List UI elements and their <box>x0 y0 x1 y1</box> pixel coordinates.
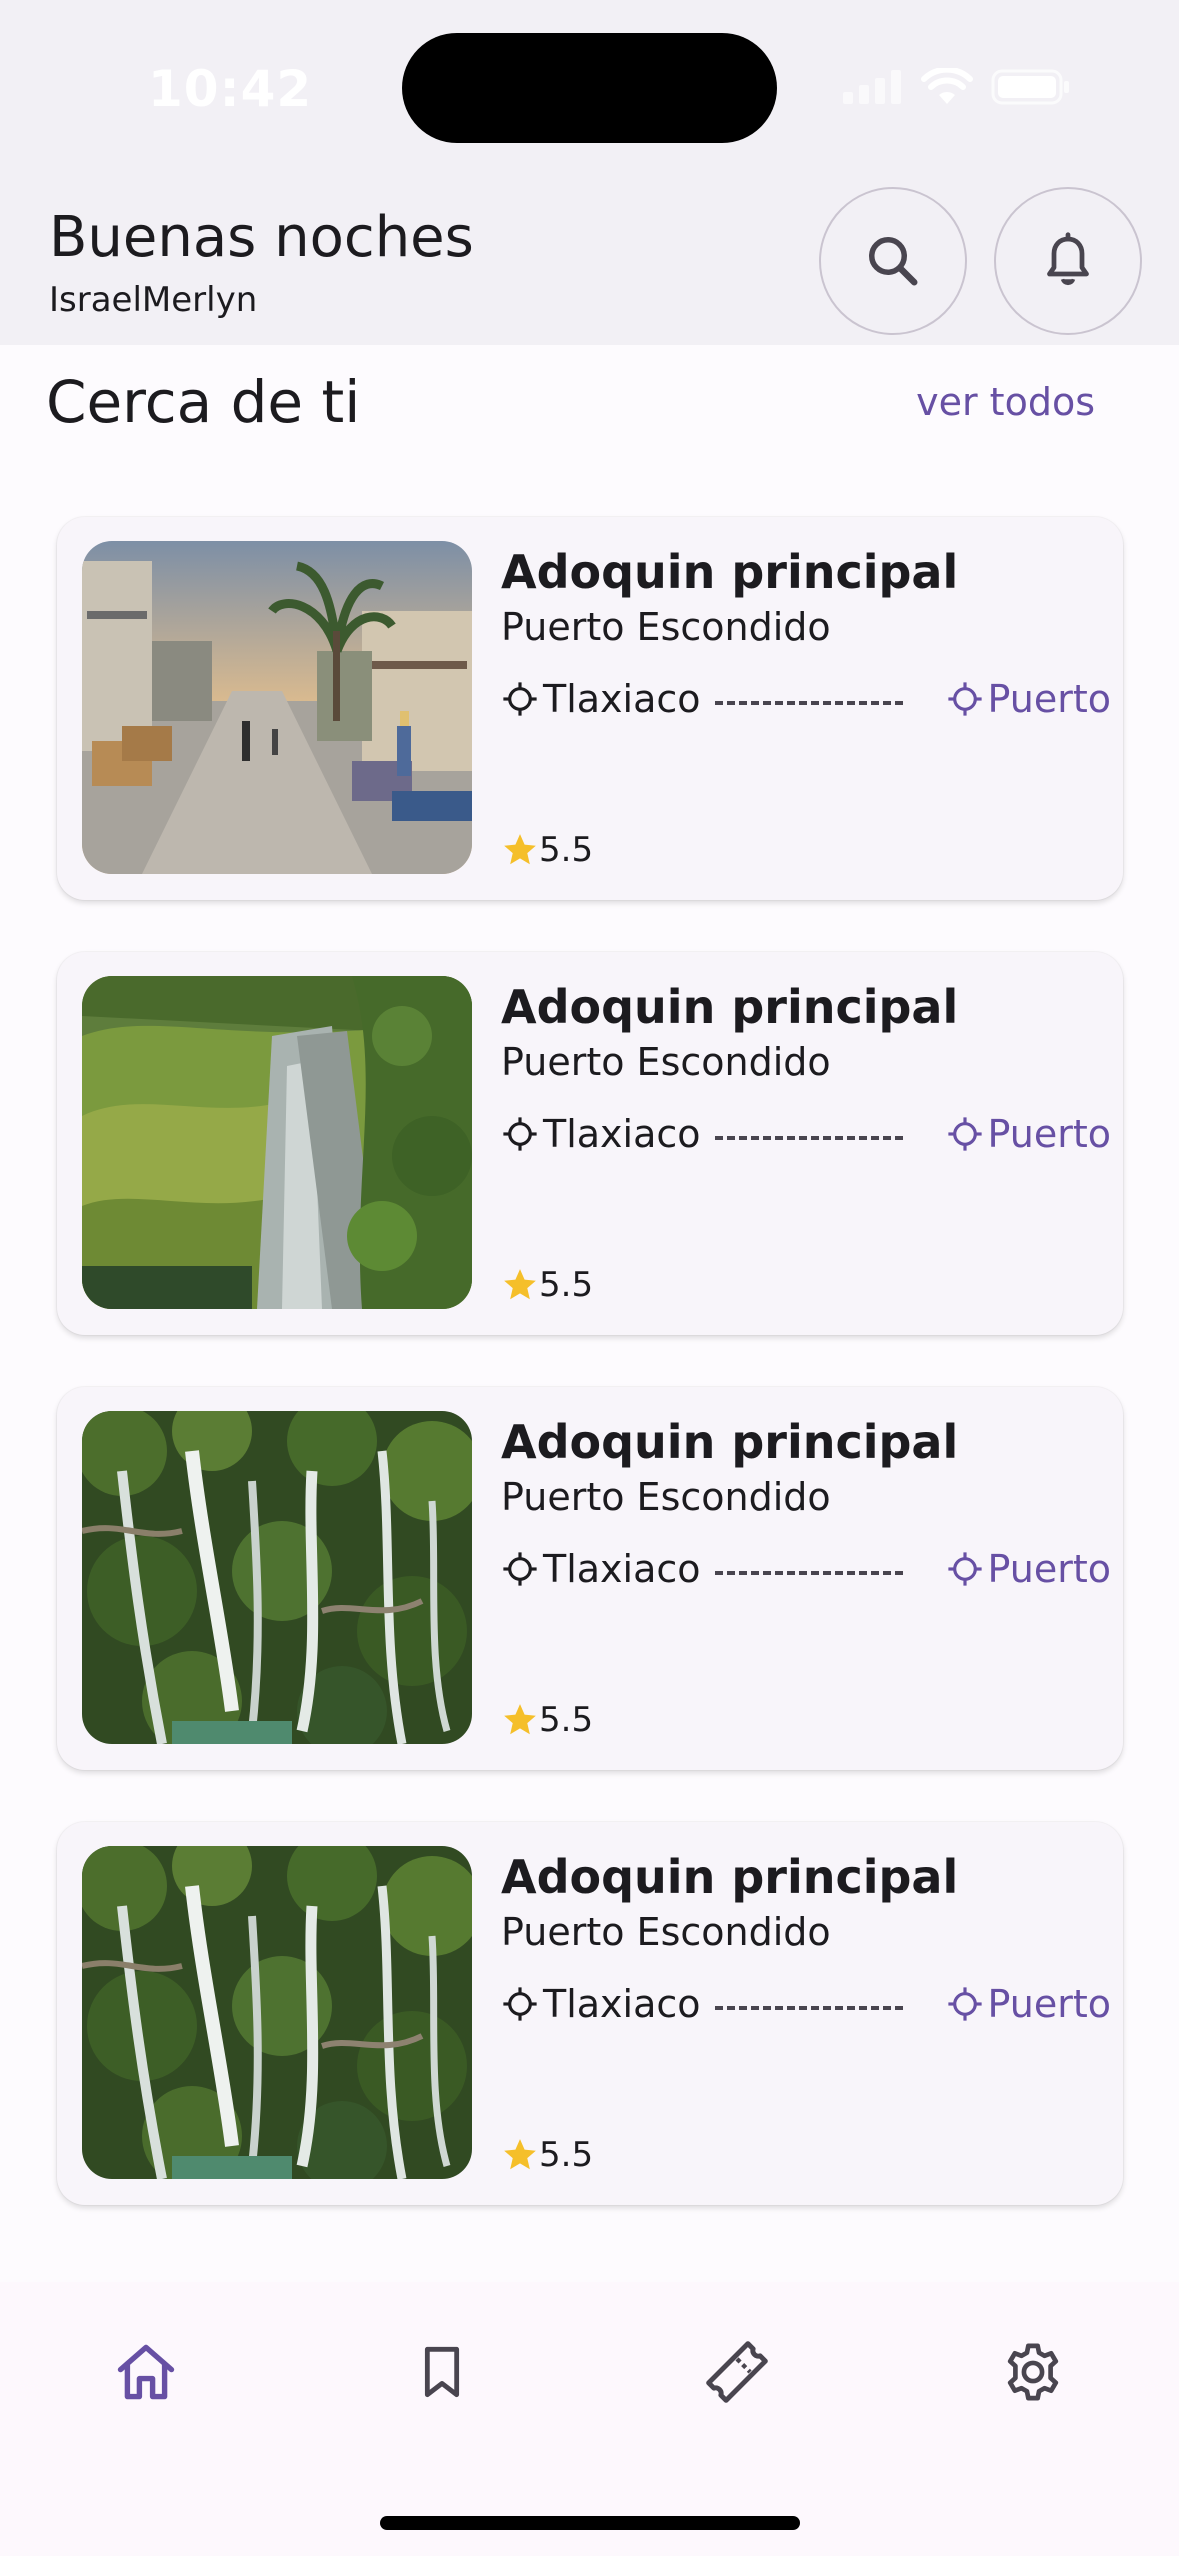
search-icon <box>869 237 918 286</box>
dynamic-island <box>402 33 777 143</box>
route: Tlaxiaco Puerto <box>501 1547 1111 1597</box>
location-icon <box>947 1987 982 2021</box>
section-title: Cerca de ti <box>46 368 361 436</box>
rating-value: 5.5 <box>539 2135 594 2175</box>
rating: 5.5 <box>501 1265 593 1305</box>
search-button[interactable] <box>819 187 967 335</box>
status-time: 10:42 <box>148 60 313 118</box>
rating-value: 5.5 <box>539 1265 594 1305</box>
rating-value: 5.5 <box>539 830 594 870</box>
origin-label: Tlaxiaco <box>543 1982 701 2026</box>
place-subtitle: Puerto Escondido <box>501 1040 831 1084</box>
place-card[interactable]: Adoquin principal Puerto Escondido Tlaxi… <box>57 1387 1123 1770</box>
wifi-icon <box>921 68 973 104</box>
status-bar: 10:42 <box>0 0 1179 180</box>
location-icon <box>947 682 982 716</box>
nav-saved[interactable] <box>382 2322 502 2422</box>
signal-icon <box>843 70 901 104</box>
place-card[interactable]: Adoquin principal Puerto Escondido Tlaxi… <box>57 952 1123 1335</box>
route: Tlaxiaco Puerto <box>501 1982 1111 2032</box>
route-origin: Tlaxiaco <box>501 1982 701 2026</box>
route-line <box>715 2006 903 2010</box>
route-destination: Puerto <box>946 1112 1111 1156</box>
street-market-photo <box>82 541 472 874</box>
bottom-navigation <box>0 2282 1179 2556</box>
place-title: Adoquin principal <box>501 1415 959 1469</box>
nav-home[interactable] <box>86 2322 206 2422</box>
location-icon <box>503 682 537 716</box>
location-icon <box>947 1117 982 1151</box>
route-destination: Puerto <box>946 677 1111 721</box>
rating-value: 5.5 <box>539 1700 594 1740</box>
notifications-button[interactable] <box>994 187 1142 335</box>
route-origin: Tlaxiaco <box>501 1547 701 1591</box>
place-image <box>82 1411 472 1744</box>
star-icon <box>504 1704 536 1735</box>
bookmark-icon <box>424 2346 460 2398</box>
route-line <box>715 1571 903 1575</box>
star-icon <box>504 834 536 865</box>
petrified-waterfall-photo <box>82 976 472 1309</box>
place-subtitle: Puerto Escondido <box>501 605 831 649</box>
waterfall-aerial-photo <box>82 1411 472 1744</box>
route-line <box>715 1136 903 1140</box>
rating: 5.5 <box>501 1700 593 1740</box>
origin-label: Tlaxiaco <box>543 677 701 721</box>
destination-label: Puerto <box>987 1547 1111 1591</box>
destination-label: Puerto <box>987 1982 1111 2026</box>
origin-label: Tlaxiaco <box>543 1547 701 1591</box>
route-destination: Puerto <box>946 1547 1111 1591</box>
rating: 5.5 <box>501 2135 593 2175</box>
origin-label: Tlaxiaco <box>543 1112 701 1156</box>
nav-settings[interactable] <box>973 2322 1093 2422</box>
bell-icon <box>1047 232 1089 286</box>
home-icon <box>117 2344 175 2400</box>
waterfall-aerial-photo <box>82 1846 472 2179</box>
place-card[interactable]: Adoquin principal Puerto Escondido Tlaxi… <box>57 1822 1123 2205</box>
place-card[interactable]: Adoquin principal Puerto Escondido Tlaxi… <box>57 517 1123 900</box>
status-icons <box>843 62 1071 112</box>
route: Tlaxiaco Puerto <box>501 677 1111 727</box>
greeting-title: Buenas noches <box>49 205 474 270</box>
place-title: Adoquin principal <box>501 980 959 1034</box>
place-image <box>82 1846 472 2179</box>
rating: 5.5 <box>501 830 593 870</box>
route: Tlaxiaco Puerto <box>501 1112 1111 1162</box>
location-icon <box>947 1552 982 1586</box>
route-destination: Puerto <box>946 1982 1111 2026</box>
place-title: Adoquin principal <box>501 545 959 599</box>
location-icon <box>503 1987 537 2021</box>
username-label: IsraelMerlyn <box>49 280 258 320</box>
star-icon <box>504 2139 536 2170</box>
see-all-link[interactable]: ver todos <box>916 380 1095 424</box>
location-icon <box>503 1117 537 1151</box>
route-line <box>715 701 903 705</box>
place-subtitle: Puerto Escondido <box>501 1910 831 1954</box>
home-indicator <box>380 2516 800 2530</box>
route-origin: Tlaxiaco <box>501 677 701 721</box>
settings-icon <box>1007 2343 1059 2401</box>
place-subtitle: Puerto Escondido <box>501 1475 831 1519</box>
ticket-icon <box>706 2341 768 2403</box>
route-origin: Tlaxiaco <box>501 1112 701 1156</box>
destination-label: Puerto <box>987 1112 1111 1156</box>
battery-icon <box>991 69 1069 105</box>
star-icon <box>504 1269 536 1300</box>
nav-tickets[interactable] <box>677 2322 797 2422</box>
app-header: Buenas noches IsraelMerlyn <box>0 180 1179 345</box>
place-title: Adoquin principal <box>501 1850 959 1904</box>
place-image <box>82 976 472 1309</box>
place-image <box>82 541 472 874</box>
location-icon <box>503 1552 537 1586</box>
destination-label: Puerto <box>987 677 1111 721</box>
